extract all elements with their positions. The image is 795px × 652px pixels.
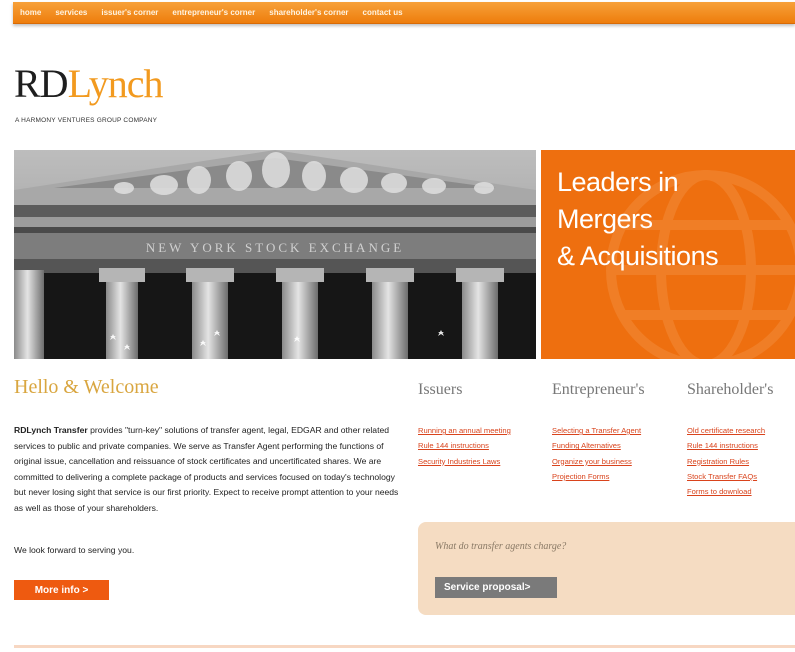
link-registration-rules[interactable]: Registration Rules bbox=[687, 454, 795, 469]
link-rule-144-shareholders[interactable]: Rule 144 instructions bbox=[687, 438, 795, 453]
proposal-panel: What do transfer agents charge? Service … bbox=[418, 522, 795, 615]
footer-divider bbox=[14, 645, 795, 648]
intro-company-name: RDLynch Transfer bbox=[14, 425, 88, 435]
logo-tagline: A HARMONY VENTURES GROUP COMPANY bbox=[15, 117, 158, 124]
more-info-button[interactable]: More info > bbox=[14, 580, 109, 600]
exchange-engraving: NEW YORK STOCK EXCHANGE bbox=[146, 240, 404, 255]
proposal-question: What do transfer agents charge? bbox=[435, 541, 567, 552]
company-logo[interactable]: RDLynch bbox=[14, 61, 164, 106]
nav-shareholders-corner[interactable]: shareholder's corner bbox=[269, 8, 348, 17]
link-security-industries-laws[interactable]: Security Industries Laws bbox=[418, 454, 548, 469]
link-projection-forms[interactable]: Projection Forms bbox=[552, 469, 682, 484]
logo-rd: RD bbox=[14, 61, 69, 106]
nav-services[interactable]: services bbox=[55, 8, 87, 17]
nav-contact-us[interactable]: contact us bbox=[363, 8, 403, 17]
headline-line-1: Leaders in bbox=[557, 167, 679, 197]
banner-headline: Leaders in Mergers & Acquisitions bbox=[557, 164, 719, 275]
service-proposal-button[interactable]: Service proposal> bbox=[435, 577, 557, 598]
link-rule-144-issuers[interactable]: Rule 144 instructions bbox=[418, 438, 548, 453]
shareholders-column: Shareholder's Old certificate research R… bbox=[687, 381, 795, 499]
intro-text: provides "turn-key" solutions of transfe… bbox=[14, 425, 399, 513]
welcome-heading: Hello & Welcome bbox=[14, 376, 159, 398]
mergers-banner: Leaders in Mergers & Acquisitions bbox=[541, 150, 795, 359]
headline-line-3: & Acquisitions bbox=[557, 241, 719, 271]
issuers-column: Issuers Running an annual meeting Rule 1… bbox=[418, 381, 548, 469]
entrepreneurs-column: Entrepreneur's Selecting a Transfer Agen… bbox=[552, 381, 682, 484]
intro-paragraph: RDLynch Transfer provides "turn-key" sol… bbox=[14, 423, 404, 517]
nav-entrepreneurs-corner[interactable]: entrepreneur's corner bbox=[172, 8, 255, 17]
link-running-annual-meeting[interactable]: Running an annual meeting bbox=[418, 423, 548, 438]
link-funding-alternatives[interactable]: Funding Alternatives bbox=[552, 438, 682, 453]
link-stock-transfer-faqs[interactable]: Stock Transfer FAQs bbox=[687, 469, 795, 484]
link-forms-to-download[interactable]: Forms to download bbox=[687, 484, 795, 499]
issuers-heading: Issuers bbox=[418, 381, 463, 398]
shareholders-heading: Shareholder's bbox=[687, 381, 774, 398]
headline-line-2: Mergers bbox=[557, 204, 653, 234]
logo-lynch: Lynch bbox=[67, 61, 164, 106]
nav-issuers-corner[interactable]: issuer's corner bbox=[101, 8, 158, 17]
link-old-certificate-research[interactable]: Old certificate research bbox=[687, 423, 795, 438]
stock-exchange-photo: NEW YORK STOCK EXCHANGE bbox=[14, 150, 536, 359]
closing-text: We look forward to serving you. bbox=[14, 545, 135, 555]
entrepreneurs-heading: Entrepreneur's bbox=[552, 381, 645, 398]
nav-home[interactable]: home bbox=[20, 8, 41, 17]
top-nav-bar: home services issuer's corner entreprene… bbox=[13, 2, 795, 24]
link-organize-business[interactable]: Organize your business bbox=[552, 454, 682, 469]
link-selecting-transfer-agent[interactable]: Selecting a Transfer Agent bbox=[552, 423, 682, 438]
stock-exchange-illustration: NEW YORK STOCK EXCHANGE bbox=[14, 150, 536, 359]
